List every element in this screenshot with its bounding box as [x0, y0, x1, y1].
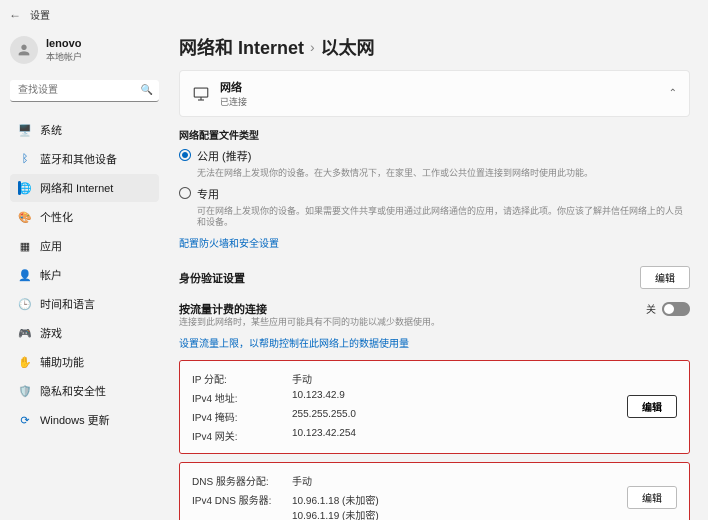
- nav-icon: 🖥️: [18, 124, 32, 137]
- dns-card: DNS 服务器分配:手动 IPv4 DNS 服务器:10.96.1.18 (未加…: [179, 462, 690, 520]
- sidebar-item[interactable]: 🌐 网络和 Internet: [10, 174, 159, 202]
- nav-icon: 🌐: [18, 182, 32, 195]
- breadcrumb-leaf: 以太网: [321, 34, 375, 60]
- nav-label: 应用: [40, 238, 62, 254]
- user-sub: 本地帐户: [46, 50, 82, 63]
- nav-list: 🖥️ 系统 ᛒ 蓝牙和其他设备 🌐 网络和 Internet 🎨 个性化 ▦ 应用 👤 帐户 🕒 时间和语…: [10, 116, 159, 434]
- sidebar-item[interactable]: 🎮 游戏: [10, 319, 159, 347]
- nav-label: 游戏: [40, 325, 62, 341]
- nav-icon: 👤: [18, 269, 32, 282]
- nav-label: 隐私和安全性: [40, 383, 106, 399]
- user-block[interactable]: lenovo 本地帐户: [10, 34, 159, 74]
- dns-edit-button[interactable]: 编辑: [627, 486, 677, 509]
- breadcrumb-root[interactable]: 网络和 Internet: [179, 34, 304, 60]
- nav-icon: 🎨: [18, 211, 32, 224]
- user-name: lenovo: [46, 38, 82, 50]
- sidebar-item[interactable]: 🖥️ 系统: [10, 116, 159, 144]
- nav-label: 辅助功能: [40, 354, 84, 370]
- sidebar-item[interactable]: 🕒 时间和语言: [10, 290, 159, 318]
- chevron-up-icon: ⌃: [669, 88, 677, 99]
- profile-label: 网络配置文件类型: [179, 127, 690, 142]
- radio-icon[interactable]: [179, 187, 191, 199]
- sidebar-item[interactable]: 🎨 个性化: [10, 203, 159, 231]
- panel-title: 网络: [220, 79, 247, 95]
- sidebar: lenovo 本地帐户 🔍 🖥️ 系统 ᛒ 蓝牙和其他设备 🌐 网络和 Internet 🎨…: [0, 28, 165, 520]
- sidebar-item[interactable]: ✋ 辅助功能: [10, 348, 159, 376]
- panel-sub: 已连接: [220, 95, 247, 108]
- avatar: [10, 36, 38, 64]
- meter-row: 按流量计费的连接 连接到此网络时，某些应用可能具有不同的功能以减少数据使用。 关: [179, 295, 690, 335]
- radio-icon[interactable]: [179, 149, 191, 161]
- search-box[interactable]: 🔍: [10, 80, 159, 102]
- auth-edit-button[interactable]: 编辑: [640, 266, 690, 289]
- ip-edit-button[interactable]: 编辑: [627, 395, 677, 418]
- search-icon: 🔍: [141, 85, 153, 96]
- nav-label: 时间和语言: [40, 296, 95, 312]
- meter-toggle[interactable]: [662, 302, 690, 316]
- nav-icon: ⟳: [18, 414, 32, 427]
- chevron-right-icon: ›: [310, 39, 315, 55]
- breadcrumb: 网络和 Internet › 以太网: [179, 34, 690, 60]
- toggle-state: 关: [646, 301, 656, 316]
- sidebar-item[interactable]: ⟳ Windows 更新: [10, 406, 159, 434]
- app-title: 设置: [30, 7, 50, 22]
- nav-icon: ✋: [18, 356, 32, 369]
- network-panel[interactable]: 网络 已连接 ⌃: [179, 70, 690, 117]
- nav-label: Windows 更新: [40, 412, 110, 428]
- nav-icon: 🛡️: [18, 385, 32, 398]
- nav-label: 帐户: [40, 267, 62, 283]
- ip-card: IP 分配:手动 IPv4 地址:10.123.42.9 IPv4 掩码:255…: [179, 360, 690, 454]
- profile-section: 网络配置文件类型 公用 (推荐) 无法在网络上发现你的设备。在大多数情况下，在家…: [179, 127, 690, 250]
- nav-icon: ▦: [18, 240, 32, 253]
- monitor-icon: [192, 85, 210, 103]
- radio-private[interactable]: 专用: [179, 186, 690, 202]
- auth-row: 身份验证设置 编辑: [179, 260, 690, 295]
- back-icon[interactable]: ←: [8, 7, 22, 21]
- content-area: 网络和 Internet › 以太网 网络 已连接 ⌃ 网络配置文件类型 公用 …: [165, 28, 708, 520]
- nav-icon: 🎮: [18, 327, 32, 340]
- radio-public[interactable]: 公用 (推荐): [179, 148, 690, 164]
- sidebar-item[interactable]: 🛡️ 隐私和安全性: [10, 377, 159, 405]
- sidebar-item[interactable]: ▦ 应用: [10, 232, 159, 260]
- nav-label: 个性化: [40, 209, 73, 225]
- sidebar-item[interactable]: 👤 帐户: [10, 261, 159, 289]
- sidebar-item[interactable]: ᛒ 蓝牙和其他设备: [10, 145, 159, 173]
- nav-icon: 🕒: [18, 298, 32, 311]
- nav-icon: ᛒ: [18, 153, 32, 165]
- nav-label: 网络和 Internet: [40, 180, 113, 196]
- nav-label: 蓝牙和其他设备: [40, 151, 117, 167]
- nav-label: 系统: [40, 122, 62, 138]
- search-input[interactable]: [10, 80, 159, 102]
- firewall-link[interactable]: 配置防火墙和安全设置: [179, 235, 690, 250]
- meter-link[interactable]: 设置流量上限，以帮助控制在此网络上的数据使用量: [179, 335, 690, 350]
